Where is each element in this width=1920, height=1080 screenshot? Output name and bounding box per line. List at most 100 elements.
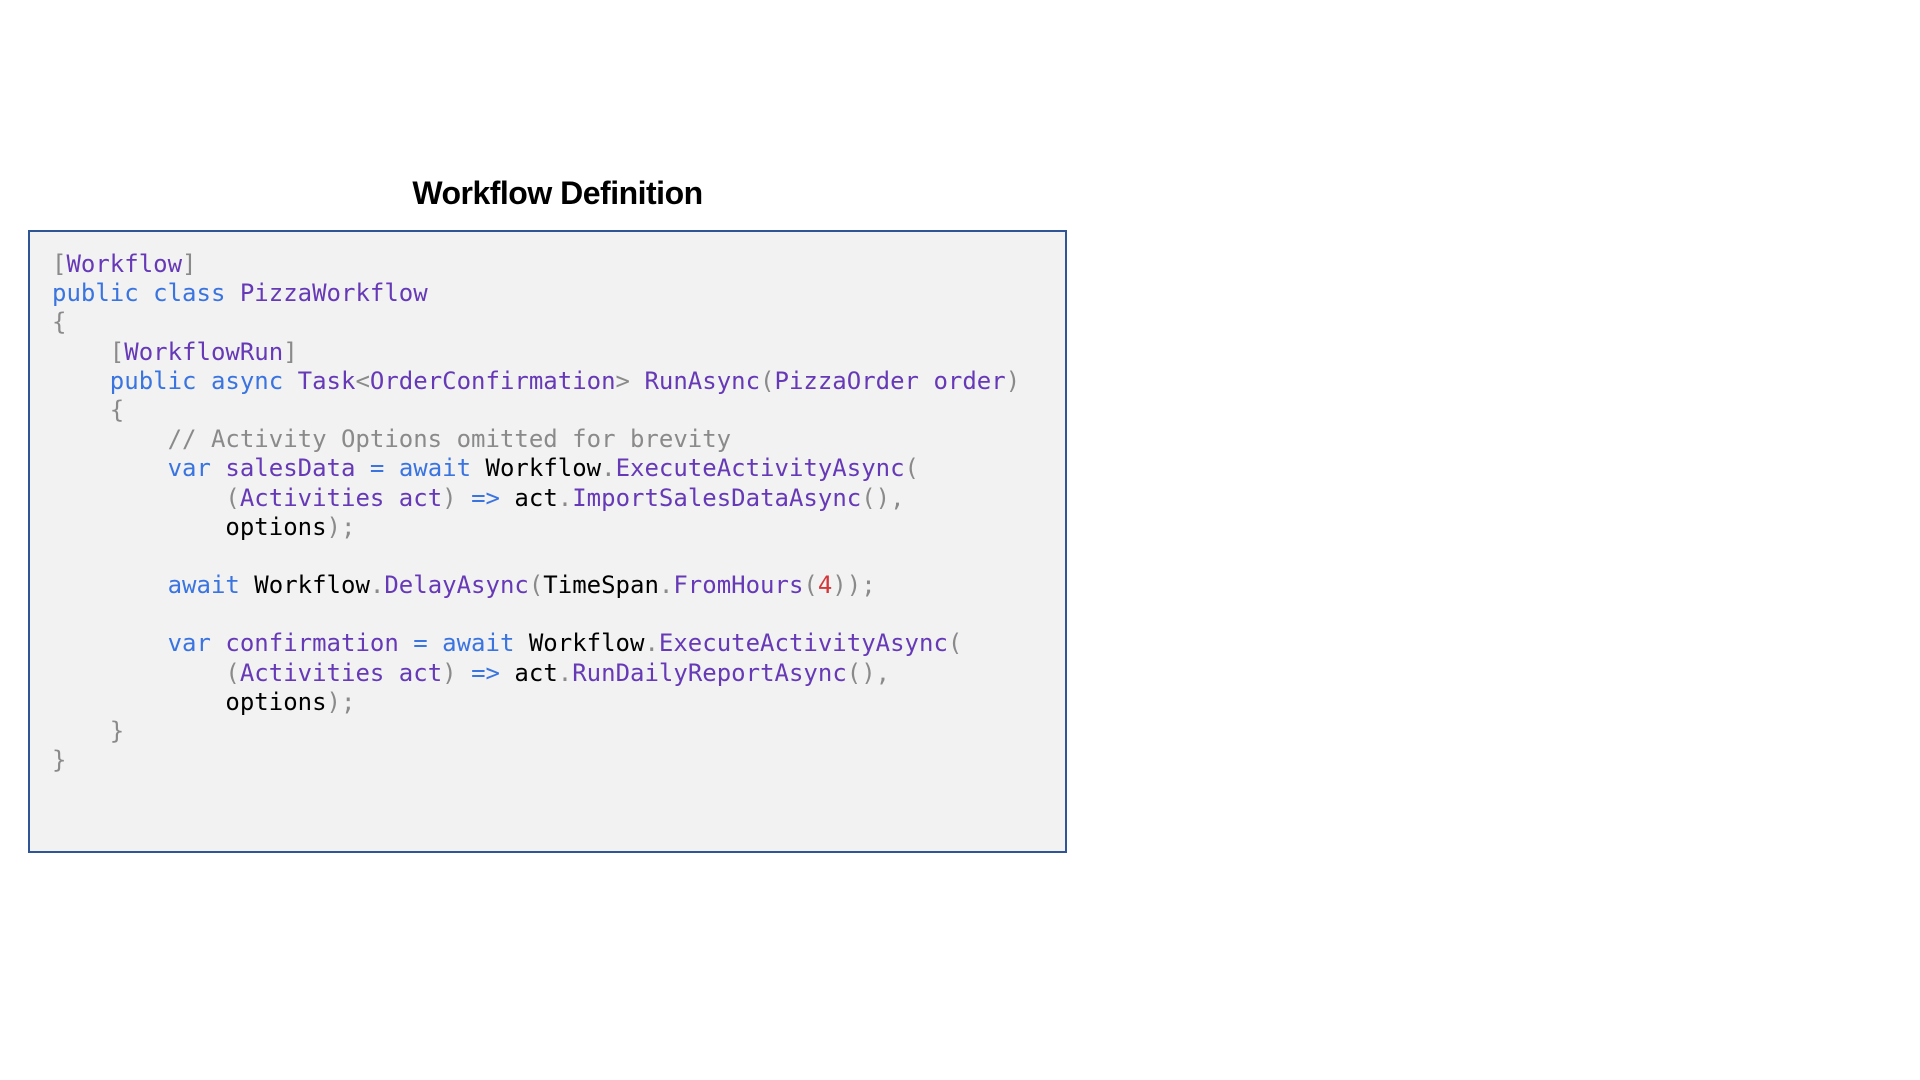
code-token: act [398, 483, 443, 512]
code-token: => [471, 483, 500, 512]
code-token: Workflow [528, 629, 645, 658]
code-token: Task [297, 366, 356, 395]
code-token: ExecuteActivityAsync [615, 454, 905, 483]
code-line: } [52, 746, 1020, 775]
code-token: 4 [817, 571, 833, 600]
code-token: order [933, 366, 1006, 395]
code-line: { [52, 308, 1020, 337]
code-token: Workflow [254, 571, 370, 600]
code-token: ) [442, 658, 457, 687]
code-token: options [225, 512, 327, 541]
code-line: [WorkflowRun] [52, 338, 1020, 367]
code-token: await [167, 571, 240, 600]
code-token: act [514, 658, 558, 687]
code-token: FromHours [673, 571, 804, 600]
code-token: ] [283, 337, 298, 366]
code-line: { [52, 396, 1020, 425]
code-token: ( [904, 454, 919, 483]
code-token: act [398, 658, 443, 687]
code-line: options); [52, 688, 1020, 717]
code-token: var [167, 629, 211, 658]
code-token: . [557, 483, 573, 512]
code-token: RunDailyReportAsync [572, 658, 847, 687]
code-token: confirmation [225, 629, 399, 658]
code-token: async [210, 366, 284, 395]
code-token: > [615, 366, 630, 395]
code-token: = [369, 454, 385, 483]
code-token: . [644, 629, 659, 658]
code-token: => [471, 658, 500, 687]
code-token: var [167, 454, 211, 483]
code-token: ( [760, 366, 775, 395]
code-token: . [601, 454, 616, 483]
code-token: class [153, 279, 226, 308]
code-token: . [369, 571, 385, 600]
code-line: (Activities act) => act.RunDailyReportAs… [52, 659, 1020, 688]
code-token: } [52, 746, 67, 775]
code-panel: [Workflow] public class PizzaWorkflow{ [W… [28, 230, 1067, 853]
code-token: ( [225, 658, 240, 687]
code-token: ) [1005, 366, 1021, 395]
code-token: . [557, 658, 573, 687]
code-token: PizzaWorkflow [239, 279, 428, 308]
code-token: DelayAsync [384, 571, 529, 600]
code-token: Workflow [485, 454, 602, 483]
code-token: await [398, 454, 472, 483]
code-line: public class PizzaWorkflow [52, 279, 1020, 308]
code-token: ExecuteActivityAsync [658, 629, 948, 658]
code-token: ) [442, 483, 457, 512]
code-token: { [52, 308, 67, 337]
code-token: RunAsync [644, 366, 761, 395]
code-token: public [109, 366, 197, 395]
code-token: act [514, 483, 558, 512]
code-token: < [355, 366, 370, 395]
code-token: { [109, 395, 125, 424]
code-line: [Workflow] [52, 250, 1020, 279]
code-token: ( [225, 483, 240, 512]
code-token: Workflow [66, 250, 183, 278]
code-line: var confirmation = await Workflow.Execut… [52, 629, 1020, 658]
code-token: Activities [239, 658, 385, 687]
code-block: [Workflow] public class PizzaWorkflow{ [W… [52, 250, 1020, 775]
code-line: await Workflow.DelayAsync(TimeSpan.FromH… [52, 571, 1020, 600]
code-line: // Activity Options omitted for brevity [52, 425, 1020, 454]
code-token: [ [109, 337, 125, 366]
code-line: public async Task<OrderConfirmation> Run… [52, 367, 1020, 396]
code-token: [ [52, 250, 67, 278]
code-token: PizzaOrder [774, 366, 920, 395]
code-token: OrderConfirmation [369, 366, 616, 395]
code-token: )); [832, 571, 876, 600]
code-token: } [109, 717, 125, 745]
code-token: ( [947, 629, 963, 658]
